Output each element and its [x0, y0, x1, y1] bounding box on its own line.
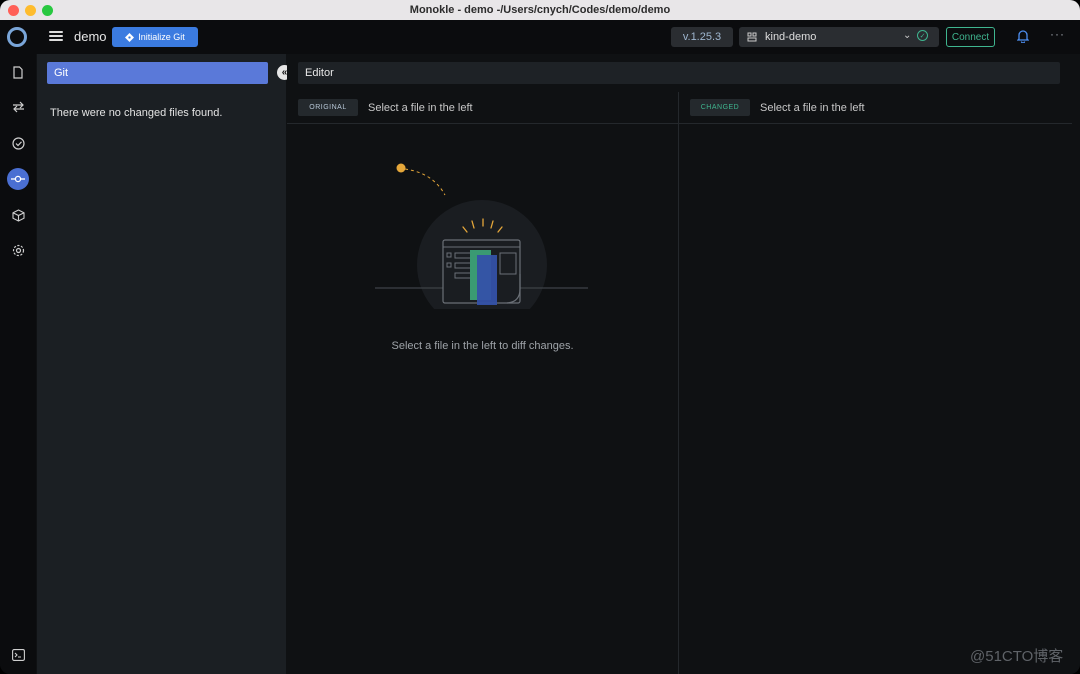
version-badge: v.1.25.3 — [671, 27, 733, 47]
bell-icon[interactable] — [1017, 30, 1029, 43]
no-changed-files-message: There were no changed files found. — [50, 107, 223, 119]
diff-empty-message: Select a file in the left to diff change… — [391, 340, 574, 352]
original-pane-text: Select a file in the left — [368, 101, 473, 114]
check-circle-icon: ✓ — [917, 30, 928, 41]
initialize-git-label: Initialize Git — [138, 32, 185, 42]
pane-divider — [678, 92, 679, 674]
original-pane-header: ORIGINAL Select a file in the left — [287, 92, 678, 124]
settings-icon[interactable] — [7, 239, 29, 261]
terminal-icon[interactable] — [7, 644, 29, 666]
more-options-icon[interactable]: ··· — [1050, 27, 1065, 41]
original-badge: ORIGINAL — [298, 99, 358, 116]
app-window: Monokle - demo -/Users/cnych/Codes/demo/… — [0, 0, 1080, 674]
changed-badge: CHANGED — [690, 99, 750, 116]
changed-pane-header: CHANGED Select a file in the left — [679, 92, 1072, 124]
editor-title: Editor — [298, 62, 1060, 84]
app-header: demo Initialize Git v.1.25.3 kind-demo ⌄… — [0, 20, 1080, 54]
menu-icon[interactable] — [49, 29, 63, 43]
git-icon — [125, 32, 135, 42]
title-bar: Monokle - demo -/Users/cnych/Codes/demo/… — [0, 0, 1080, 20]
project-name[interactable]: demo — [74, 29, 107, 44]
validation-icon[interactable] — [7, 132, 29, 154]
cluster-icon — [747, 32, 757, 42]
git-panel-tab[interactable]: Git — [47, 62, 268, 84]
close-window-button[interactable] — [8, 5, 19, 16]
window-controls — [8, 5, 53, 16]
changed-pane-text: Select a file in the left — [760, 101, 865, 114]
file-explorer-icon[interactable] — [7, 61, 29, 83]
activity-bar — [0, 54, 36, 674]
editor-panel: Editor ORIGINAL Select a file in the lef… — [287, 54, 1080, 674]
minimize-window-button[interactable] — [25, 5, 36, 16]
empty-diff-illustration — [375, 163, 588, 309]
git-commit-icon[interactable] — [7, 168, 29, 190]
initialize-git-button[interactable]: Initialize Git — [112, 27, 198, 47]
watermark: @51CTO博客 — [970, 648, 1064, 665]
cluster-context-value: kind-demo — [765, 31, 817, 43]
cluster-context-select[interactable]: kind-demo ⌄ ✓ — [739, 27, 939, 47]
chevron-down-icon: ⌄ — [903, 30, 912, 41]
cube-icon[interactable] — [7, 204, 29, 226]
maximize-window-button[interactable] — [42, 5, 53, 16]
window-title: Monokle - demo -/Users/cnych/Codes/demo/… — [409, 4, 671, 16]
git-panel: Git There were no changed files found. — [37, 54, 286, 674]
compare-icon[interactable] — [7, 96, 29, 118]
monokle-logo-icon — [7, 27, 27, 47]
connect-button[interactable]: Connect — [946, 27, 995, 47]
